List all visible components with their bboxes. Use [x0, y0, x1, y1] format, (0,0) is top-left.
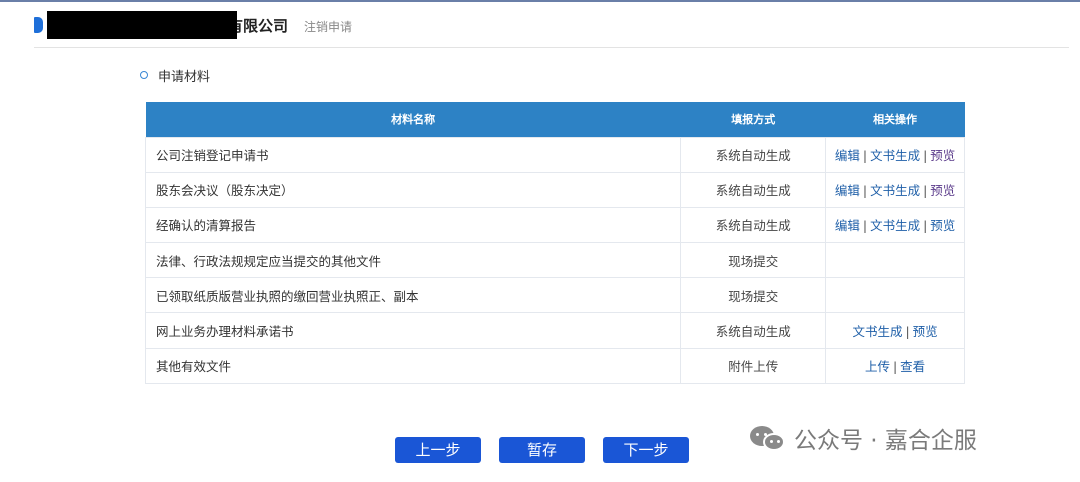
- table-row: 已领取纸质版营业执照的缴回营业执照正、副本 现场提交: [144, 277, 965, 314]
- page: 有限公司 注销申请 申请材料 材料名称 填报方式 相关操作 公司注销登记申请书系…: [0, 0, 1080, 482]
- materials-table: 材料名称 填报方式 相关操作 公司注销登记申请书 系统自动生成 编辑 | 文书生成 | 预览…: [144, 102, 965, 384]
- op-link[interactable]: 查看: [900, 359, 925, 374]
- op-link[interactable]: 上传: [865, 359, 890, 374]
- fill-mode-cell: 附件上传: [680, 347, 827, 384]
- op-link[interactable]: 文书生成: [870, 218, 920, 233]
- header: 有限公司 注销申请: [0, 2, 1080, 48]
- fill-mode-cell: 现场提交: [680, 277, 827, 314]
- header-fill-mode: 填报方式: [680, 102, 826, 137]
- header-divider: [34, 47, 1069, 48]
- link-separator: |: [923, 148, 928, 164]
- table-row: 法律、行政法规规定应当提交的其他文件 现场提交: [144, 242, 965, 279]
- operations-cell: 上传 | 查看: [825, 347, 965, 384]
- wechat-icon: [750, 423, 786, 453]
- prev-step-button[interactable]: 上一步: [395, 437, 481, 463]
- fill-mode-cell: 系统自动生成: [680, 206, 827, 244]
- op-link[interactable]: 预览: [930, 218, 955, 233]
- operations-cell: [825, 277, 965, 314]
- op-link[interactable]: 编辑: [835, 183, 860, 198]
- circle-bullet-icon: [140, 71, 148, 79]
- fill-mode-cell: 现场提交: [680, 242, 827, 279]
- next-step-button[interactable]: 下一步: [603, 437, 689, 463]
- op-link[interactable]: 预览: [930, 183, 955, 198]
- operations-cell: 编辑 | 文书生成 | 预览: [825, 171, 965, 208]
- table-row: 其他有效文件 附件上传 上传 | 查看: [144, 347, 965, 384]
- fill-mode-cell: 系统自动生成: [680, 136, 827, 173]
- save-draft-button[interactable]: 暂存: [499, 437, 585, 463]
- watermark-text: 公众号 · 嘉合企服: [794, 428, 977, 454]
- material-name-cell: 法律、行政法规规定应当提交的其他文件: [144, 242, 682, 279]
- operations-cell: 文书生成 | 预览: [825, 312, 965, 349]
- op-link[interactable]: 文书生成: [870, 183, 920, 198]
- op-link[interactable]: 编辑: [835, 148, 860, 163]
- link-separator: |: [892, 359, 898, 375]
- op-link[interactable]: 预览: [913, 324, 938, 339]
- material-name-cell: 公司注销登记申请书: [144, 136, 682, 173]
- operations-cell: 编辑 | 文书生成 | 预览: [825, 206, 965, 244]
- section-title-text: 申请材料: [158, 69, 211, 85]
- operations-cell: [825, 242, 965, 279]
- material-name-cell: 网上业务办理材料承诺书: [144, 312, 682, 349]
- operations-cell: 编辑 | 文书生成 | 预览: [825, 136, 965, 173]
- table-row: 股东会决议（股东决定） 系统自动生成 编辑 | 文书生成 | 预览: [144, 171, 965, 208]
- fill-mode-cell: 系统自动生成: [680, 312, 827, 349]
- material-name-cell: 经确认的清算报告: [144, 206, 682, 244]
- table-header-row: 材料名称 填报方式 相关操作: [145, 102, 965, 137]
- watermark: 公众号 · 嘉合企服: [750, 422, 977, 454]
- table-body: 公司注销登记申请书 系统自动生成 编辑 | 文书生成 | 预览 股东会决议（股东决定） 系统自动…: [144, 136, 965, 384]
- op-link[interactable]: 文书生成: [852, 324, 902, 339]
- link-separator: |: [862, 148, 868, 164]
- op-link[interactable]: 文书生成: [870, 148, 920, 163]
- material-name-cell: 股东会决议（股东决定）: [144, 171, 682, 208]
- redaction-block: [47, 11, 237, 39]
- header-operations: 相关操作: [825, 102, 965, 137]
- table-row: 公司注销登记申请书 系统自动生成 编辑 | 文书生成 | 预览: [144, 136, 965, 173]
- material-name-cell: 已领取纸质版营业执照的缴回营业执照正、副本: [144, 277, 682, 314]
- table-row: 网上业务办理材料承诺书 系统自动生成 文书生成 | 预览: [144, 312, 965, 349]
- table-row: 经确认的清算报告 系统自动生成 编辑 | 文书生成 | 预览: [144, 206, 965, 244]
- header-marker-icon: [34, 17, 43, 33]
- op-link[interactable]: 预览: [930, 148, 955, 163]
- op-link[interactable]: 编辑: [835, 218, 860, 233]
- link-separator: |: [862, 183, 868, 199]
- link-separator: |: [923, 218, 928, 234]
- page-subtitle: 注销申请: [304, 20, 353, 34]
- section-title: 申请材料: [140, 66, 211, 85]
- link-separator: |: [905, 324, 910, 340]
- header-material-name: 材料名称: [145, 102, 681, 137]
- link-separator: |: [862, 218, 868, 234]
- fill-mode-cell: 系统自动生成: [680, 171, 827, 208]
- link-separator: |: [923, 183, 928, 199]
- material-name-cell: 其他有效文件: [144, 347, 682, 384]
